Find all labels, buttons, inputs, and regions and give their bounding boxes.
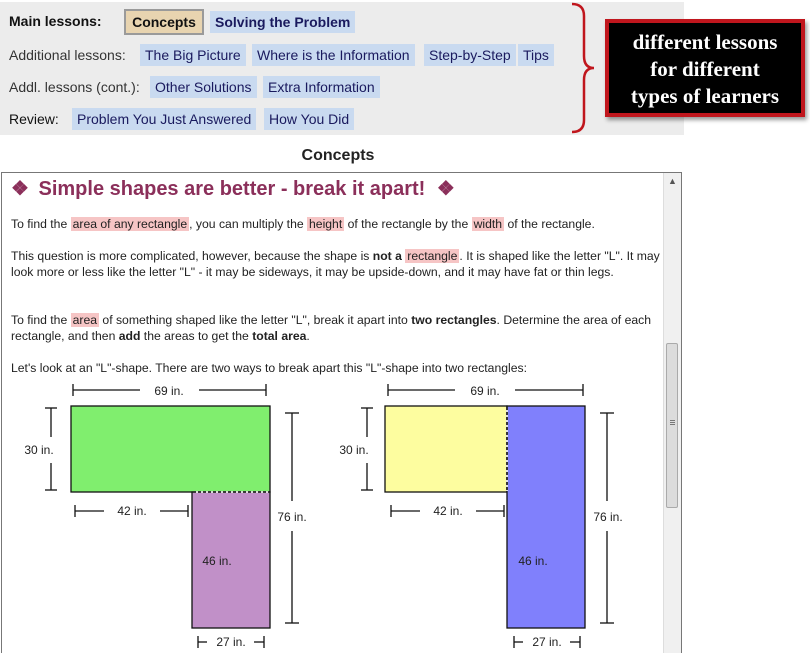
concepts-button[interactable]: Concepts xyxy=(124,9,204,35)
callout-line: different lessons xyxy=(632,30,778,54)
callout-line: for different xyxy=(650,57,760,81)
how-you-did-button[interactable]: How You Did xyxy=(264,108,355,130)
right-rectangle xyxy=(506,405,586,629)
tips-button[interactable]: Tips xyxy=(518,44,554,66)
nav-label-review: Review: xyxy=(9,111,59,127)
dimension-label: 76 in. xyxy=(593,510,622,524)
nav-label-main-lessons: Main lessons: xyxy=(9,13,102,29)
dimension-label: 46 in. xyxy=(518,554,547,568)
section-heading: Concepts xyxy=(301,147,375,164)
l-shape-diagram-vertical-split: 69 in. 30 in. 42 in. 76 in. 46 in. 27 in… xyxy=(339,384,623,649)
nav-label-additional-lessons: Additional lessons: xyxy=(9,47,126,63)
problem-you-just-answered-button[interactable]: Problem You Just Answered xyxy=(72,108,257,130)
dimension-label: 27 in. xyxy=(532,635,561,649)
lesson-panel: ❖ Simple shapes are better - break it ap… xyxy=(1,172,682,653)
callout-line: types of learners xyxy=(630,84,780,108)
dimension-label: 69 in. xyxy=(470,384,499,398)
dimension-label: 30 in. xyxy=(339,443,368,457)
callout-box: different lessons for different types of… xyxy=(605,19,805,117)
step-by-step-button[interactable]: Step-by-Step xyxy=(424,44,516,66)
left-rectangle xyxy=(384,405,508,493)
the-big-picture-button[interactable]: The Big Picture xyxy=(140,44,246,66)
solving-the-problem-button[interactable]: Solving the Problem xyxy=(210,11,356,33)
where-is-the-information-button[interactable]: Where is the Information xyxy=(252,44,415,66)
vertical-scrollbar[interactable]: ▲ xyxy=(663,173,681,653)
dimension-label: 42 in. xyxy=(433,504,462,518)
curly-brace-icon xyxy=(571,2,595,134)
scroll-up-arrow-icon[interactable]: ▲ xyxy=(664,173,681,190)
extra-information-button[interactable]: Extra Information xyxy=(263,76,380,98)
nav-label-addl-lessons-cont: Addl. lessons (cont.): xyxy=(9,79,140,95)
scrollbar-thumb[interactable] xyxy=(666,343,678,508)
other-solutions-button[interactable]: Other Solutions xyxy=(150,76,257,98)
